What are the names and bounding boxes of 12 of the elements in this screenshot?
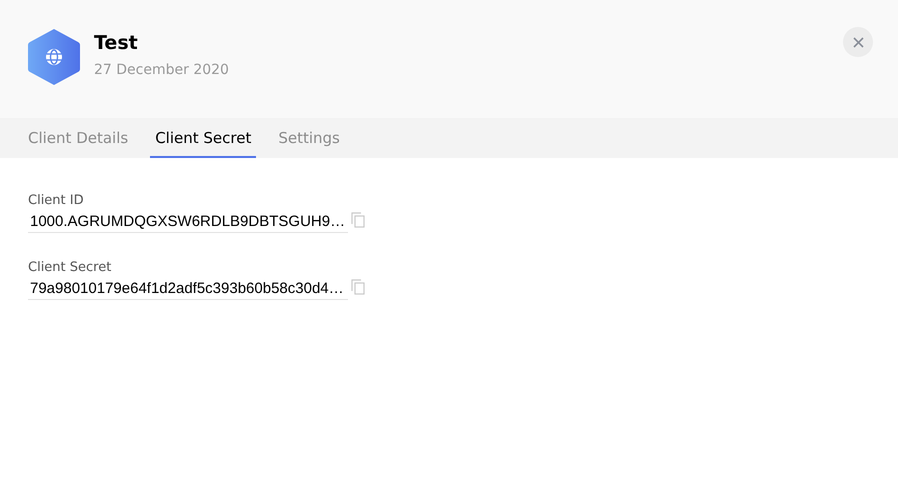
- value-field[interactable]: 79a98010179e64f1d2adf5c393b60b58c30d4…: [28, 279, 348, 300]
- field-label: Client ID: [28, 192, 85, 210]
- globe-hexagon-icon: [28, 28, 80, 86]
- client-title: Test: [94, 31, 139, 56]
- value-field[interactable]: 1000.AGRUMDQGXSW6RDLB9DBTSGUH9…: [28, 212, 348, 233]
- close-icon: [852, 36, 864, 48]
- field-label: Client Secret: [28, 259, 112, 277]
- tab[interactable]: Client Secret: [150, 118, 256, 158]
- client-date: 27 December 2020: [94, 61, 229, 80]
- close-button[interactable]: [843, 27, 873, 57]
- copy-icon[interactable]: [351, 279, 365, 295]
- copy-icon[interactable]: [351, 212, 365, 228]
